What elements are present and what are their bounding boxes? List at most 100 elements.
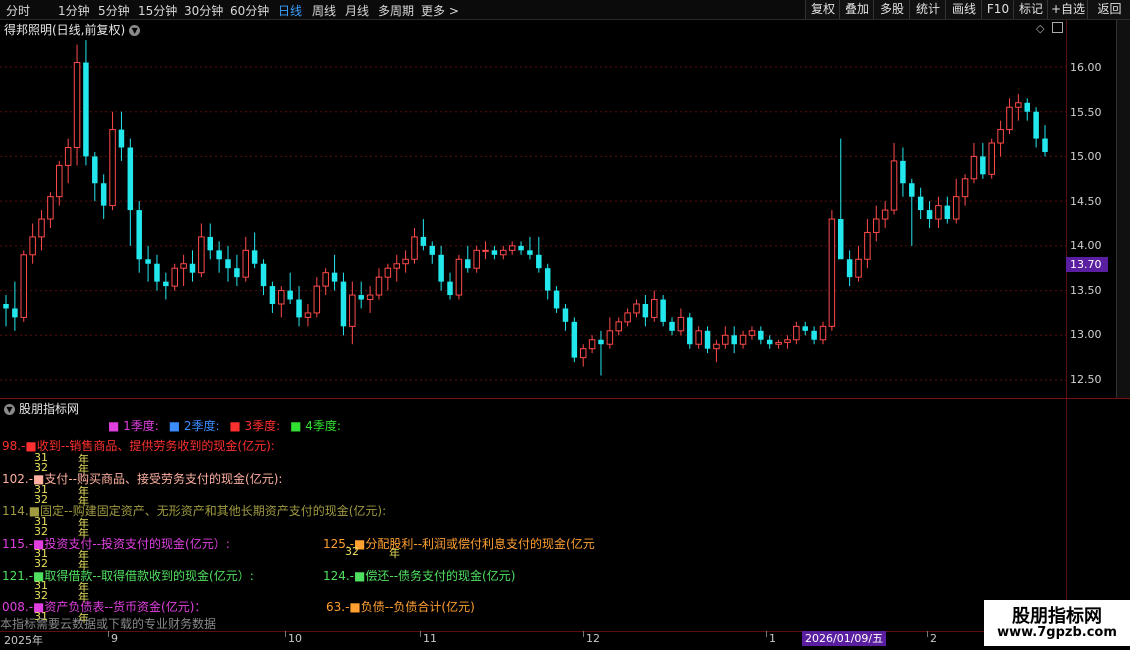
watermark-logo: 股朋指标网 www.7gpzb.com [984,600,1130,646]
candle-body [447,281,453,296]
candle-body [154,263,160,282]
price-tick: 13.50 [1070,284,1102,297]
candle-body [766,339,773,345]
price-tick: 14.00 [1070,239,1102,252]
f10-button[interactable]: F10 [981,0,1014,19]
candle-body [304,312,312,318]
price-tick: 15.50 [1070,106,1102,119]
candle-body [758,330,764,340]
candle-body [536,254,542,269]
candle-body [704,330,711,349]
price-tick: 14.50 [1070,195,1102,208]
cursor-date: 2026/01/09/五 [802,631,887,646]
legend-q2-icon: ■ [168,419,181,433]
tf-monthly[interactable]: 月线 [345,2,369,19]
pane-divider[interactable] [0,398,1130,399]
candle-body [251,250,258,264]
candle-body [748,330,756,336]
candle-body [349,294,356,327]
date-label: 1 [769,632,776,645]
statistics-button[interactable]: 统计 [909,0,946,19]
candle-body [216,250,222,260]
date-label: 11 [423,632,437,645]
candle-body [92,156,98,184]
candle-body [73,62,81,148]
back-button[interactable]: 返回 [1087,0,1130,19]
tf-multi[interactable]: 多周期 [378,2,414,19]
indicator-axis-line [1066,399,1067,631]
candle-body [136,210,142,260]
indicator-title[interactable]: ▼ 股朋指标网 [4,400,79,417]
candle-body [642,303,649,318]
legend-q4: 4季度: [305,419,341,433]
tf-more[interactable]: 更多 > [421,2,459,19]
date-tick [927,631,928,637]
candle-body [571,321,578,358]
date-label: 2 [930,632,937,645]
candle-body [633,303,640,314]
tf-5min[interactable]: 5分钟 [98,2,130,19]
adjust-button[interactable]: 复权 [805,0,840,19]
mark-button[interactable]: 标记 [1013,0,1048,19]
candle-body [100,183,107,206]
draw-line-button[interactable]: 画线 [945,0,982,19]
candle-body [366,294,374,301]
line-63: 63.-■负债--负债合计(亿元) [326,600,475,614]
candle-body [624,312,631,323]
candle-body [402,258,409,265]
candle-body [855,258,862,278]
candle-body [1042,138,1048,152]
candle-body [802,326,808,331]
legend-q2: 2季度: [183,419,220,433]
candle-body [38,218,45,238]
candle-body [1006,106,1013,131]
tf-daily[interactable]: 日线 [278,2,302,19]
candle-body [846,259,853,278]
price-tick: 13.00 [1070,328,1102,341]
candle-body [615,321,622,332]
chevron-down-icon[interactable]: ▼ [4,404,15,415]
overlay-button[interactable]: 叠加 [839,0,874,19]
right-info-strip[interactable] [1116,20,1130,398]
candle-body [1033,111,1039,139]
quarter-legend: ■ 1季度: ■ 2季度: ■ 3季度: ■ 4季度: [108,417,341,434]
candle-body [828,218,836,327]
date-label: 9 [111,632,118,645]
tf-fenshi[interactable]: 分时 [6,2,30,19]
candle-body [508,245,516,251]
tf-15min[interactable]: 15分钟 [138,2,177,19]
candle-body [145,259,151,264]
candle-body [731,335,737,345]
legend-q3: 3季度: [244,419,281,433]
candle-body [384,267,392,278]
candle-body [917,196,924,211]
tf-weekly[interactable]: 周线 [312,2,336,19]
candle-body [553,290,560,309]
date-label: 10 [288,632,302,645]
add-watchlist-button[interactable]: +自选 [1047,0,1088,19]
tf-60min[interactable]: 60分钟 [230,2,269,19]
candle-body [864,231,871,260]
candle-body [660,299,666,322]
legend-q1-icon: ■ [108,419,120,433]
value-32: 32 [345,545,359,558]
date-tick [285,631,286,637]
indicator-title-text: 股朋指标网 [19,402,80,416]
candle-body [598,339,604,345]
candle-body [881,209,889,220]
candle-body [500,249,507,256]
candle-body [296,299,302,318]
tf-1min[interactable]: 1分钟 [58,2,90,19]
candle-body [606,330,614,345]
candle-body [29,236,36,256]
candle-body [527,250,533,255]
tf-30min[interactable]: 30分钟 [184,2,223,19]
candle-body [811,330,817,340]
toolbar: 分时 1分钟 5分钟 15分钟 30分钟 60分钟 日线 周线 月线 多周期 更… [0,0,1130,20]
candle-body [260,263,267,287]
candlestick-chart[interactable] [0,20,1066,398]
legend-q3-icon: ■ [229,419,241,433]
date-tick [766,631,767,637]
multi-stock-button[interactable]: 多股 [873,0,910,19]
price-tick: 16.00 [1070,61,1102,74]
